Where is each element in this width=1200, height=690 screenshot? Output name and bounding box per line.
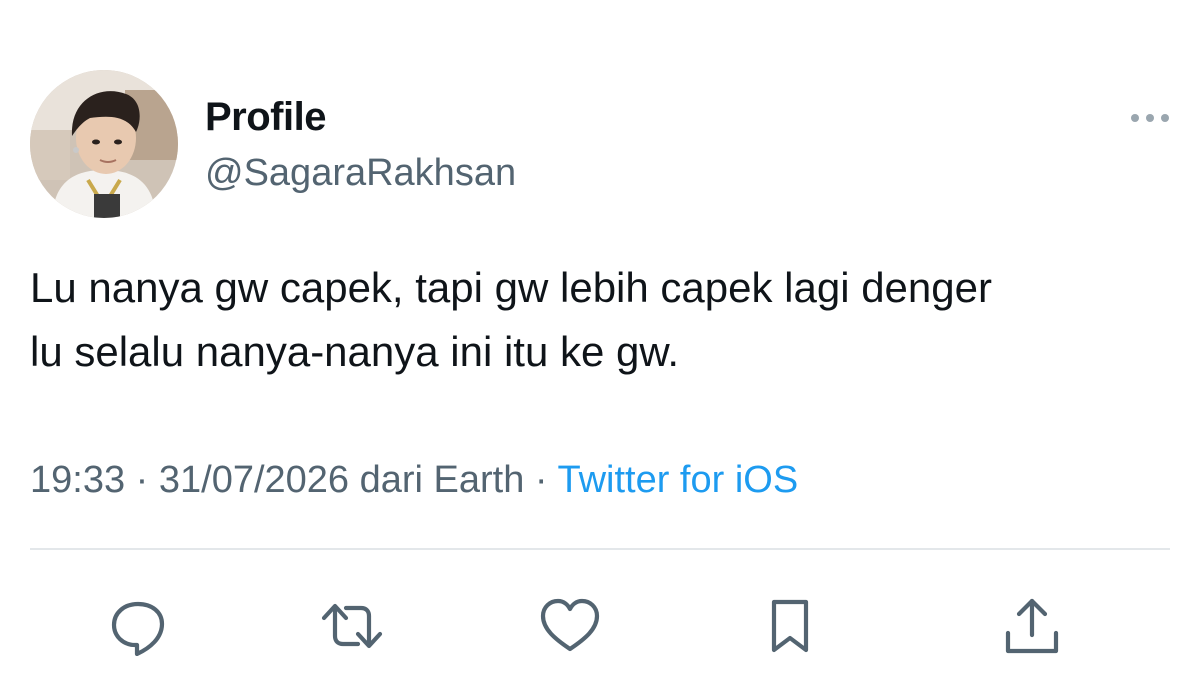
retweet-button[interactable] <box>320 594 384 658</box>
like-button[interactable] <box>538 594 602 658</box>
heart-icon <box>540 598 600 652</box>
retweet-icon <box>321 603 383 649</box>
share-button[interactable] <box>1000 594 1064 658</box>
meta-separator: · <box>524 459 558 501</box>
avatar[interactable] <box>30 70 178 218</box>
tweet-meta: 19:33 · 31/07/2026 dari Earth · Twitter … <box>30 456 798 504</box>
tweet-text-line: Lu nanya gw capek, tapi gw lebih capek l… <box>30 264 992 311</box>
divider <box>30 548 1170 550</box>
author-handle[interactable]: @SagaraRakhsan <box>205 150 516 196</box>
tweet-text: Lu nanya gw capek, tapi gw lebih capek l… <box>30 256 1180 384</box>
share-icon <box>1005 598 1059 654</box>
more-options-button[interactable] <box>1128 106 1172 130</box>
reply-button[interactable] <box>106 594 170 658</box>
bookmark-button[interactable] <box>758 594 822 658</box>
bookmark-icon <box>771 599 809 653</box>
tweet-text-line: lu selalu nanya-nanya ini itu ke gw. <box>30 328 680 375</box>
avatar-photo-icon <box>30 70 178 218</box>
tweet-time[interactable]: 19:33 <box>30 459 125 501</box>
tweet-date-location[interactable]: 31/07/2026 dari Earth <box>159 459 525 501</box>
meta-separator: · <box>125 459 159 501</box>
reply-icon <box>111 601 165 656</box>
author-display-name[interactable]: Profile <box>205 93 326 141</box>
more-options-icon <box>1131 114 1169 122</box>
tweet-source-link[interactable]: Twitter for iOS <box>557 459 798 501</box>
